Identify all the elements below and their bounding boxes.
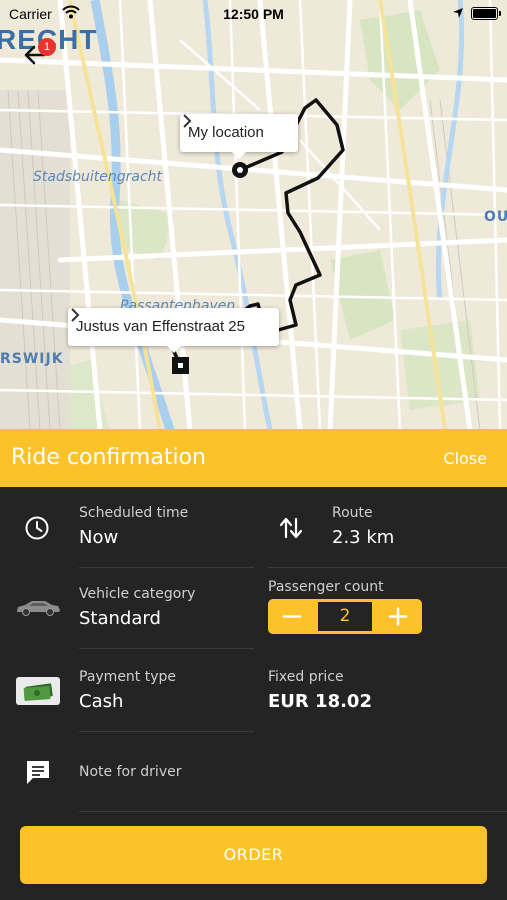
destination-callout[interactable]: Justus van Effenstraat 25	[68, 308, 279, 353]
increment-button[interactable]	[374, 599, 422, 634]
car-icon	[17, 601, 60, 616]
passenger-count-value: 2	[318, 602, 372, 631]
fixed-price-label: Fixed price	[268, 669, 344, 685]
decrement-button[interactable]	[268, 599, 316, 634]
map-label-canal: Stadsbuitengracht	[33, 169, 163, 185]
status-bar: Carrier 12:50 PM	[0, 0, 507, 28]
clock-icon	[25, 516, 49, 540]
swap-arrows-icon	[279, 517, 303, 539]
message-icon	[27, 761, 49, 784]
route-label: Route	[332, 505, 373, 521]
chevron-right-icon	[71, 308, 80, 322]
divider	[79, 731, 254, 732]
fixed-price-value: EUR 18.02	[268, 691, 372, 712]
scheduled-time-value[interactable]: Now	[79, 527, 118, 548]
note-for-driver[interactable]: Note for driver	[79, 764, 181, 780]
passenger-count-stepper[interactable]: 2	[268, 599, 422, 634]
order-button[interactable]: ORDER	[20, 826, 487, 884]
passenger-count-label: Passenger count	[268, 579, 384, 595]
vehicle-category-label: Vehicle category	[79, 586, 196, 602]
divider	[268, 567, 507, 568]
sheet-header: Ride confirmation Close	[0, 429, 507, 487]
destination-pin-icon	[172, 357, 189, 374]
cash-icon	[16, 677, 60, 705]
pickup-callout[interactable]: My location	[180, 114, 298, 159]
map-tiles	[0, 0, 507, 430]
location-arrow-icon	[453, 8, 463, 18]
scheduled-time-label: Scheduled time	[79, 505, 189, 521]
route-value: 2.3 km	[332, 527, 395, 548]
plus-icon	[388, 607, 408, 626]
pickup-callout-label: My location	[188, 124, 264, 141]
pickup-pin-icon	[232, 162, 248, 178]
minus-icon	[282, 615, 302, 618]
divider	[79, 811, 507, 812]
close-button[interactable]: Close	[443, 449, 487, 468]
battery-icon	[471, 7, 501, 20]
sheet-title: Ride confirmation	[11, 445, 206, 470]
map-label-district-right: OU	[484, 209, 507, 225]
status-time: 12:50 PM	[223, 6, 284, 22]
destination-callout-label: Justus van Effenstraat 25	[76, 318, 245, 335]
map-label-district-left: RSWIJK	[0, 351, 64, 367]
vehicle-category-value[interactable]: Standard	[79, 608, 161, 629]
chevron-right-icon	[183, 114, 192, 128]
ride-details: Scheduled time Now Route 2.3 km Vehicle …	[0, 487, 507, 900]
divider	[79, 567, 254, 568]
payment-type-value[interactable]: Cash	[79, 691, 123, 712]
payment-type-label: Payment type	[79, 669, 177, 685]
notification-badge: 1	[38, 38, 56, 56]
map-view[interactable]: Stadsbuitengracht Passantenhaven RSWIJK …	[0, 0, 507, 430]
divider	[79, 648, 254, 649]
